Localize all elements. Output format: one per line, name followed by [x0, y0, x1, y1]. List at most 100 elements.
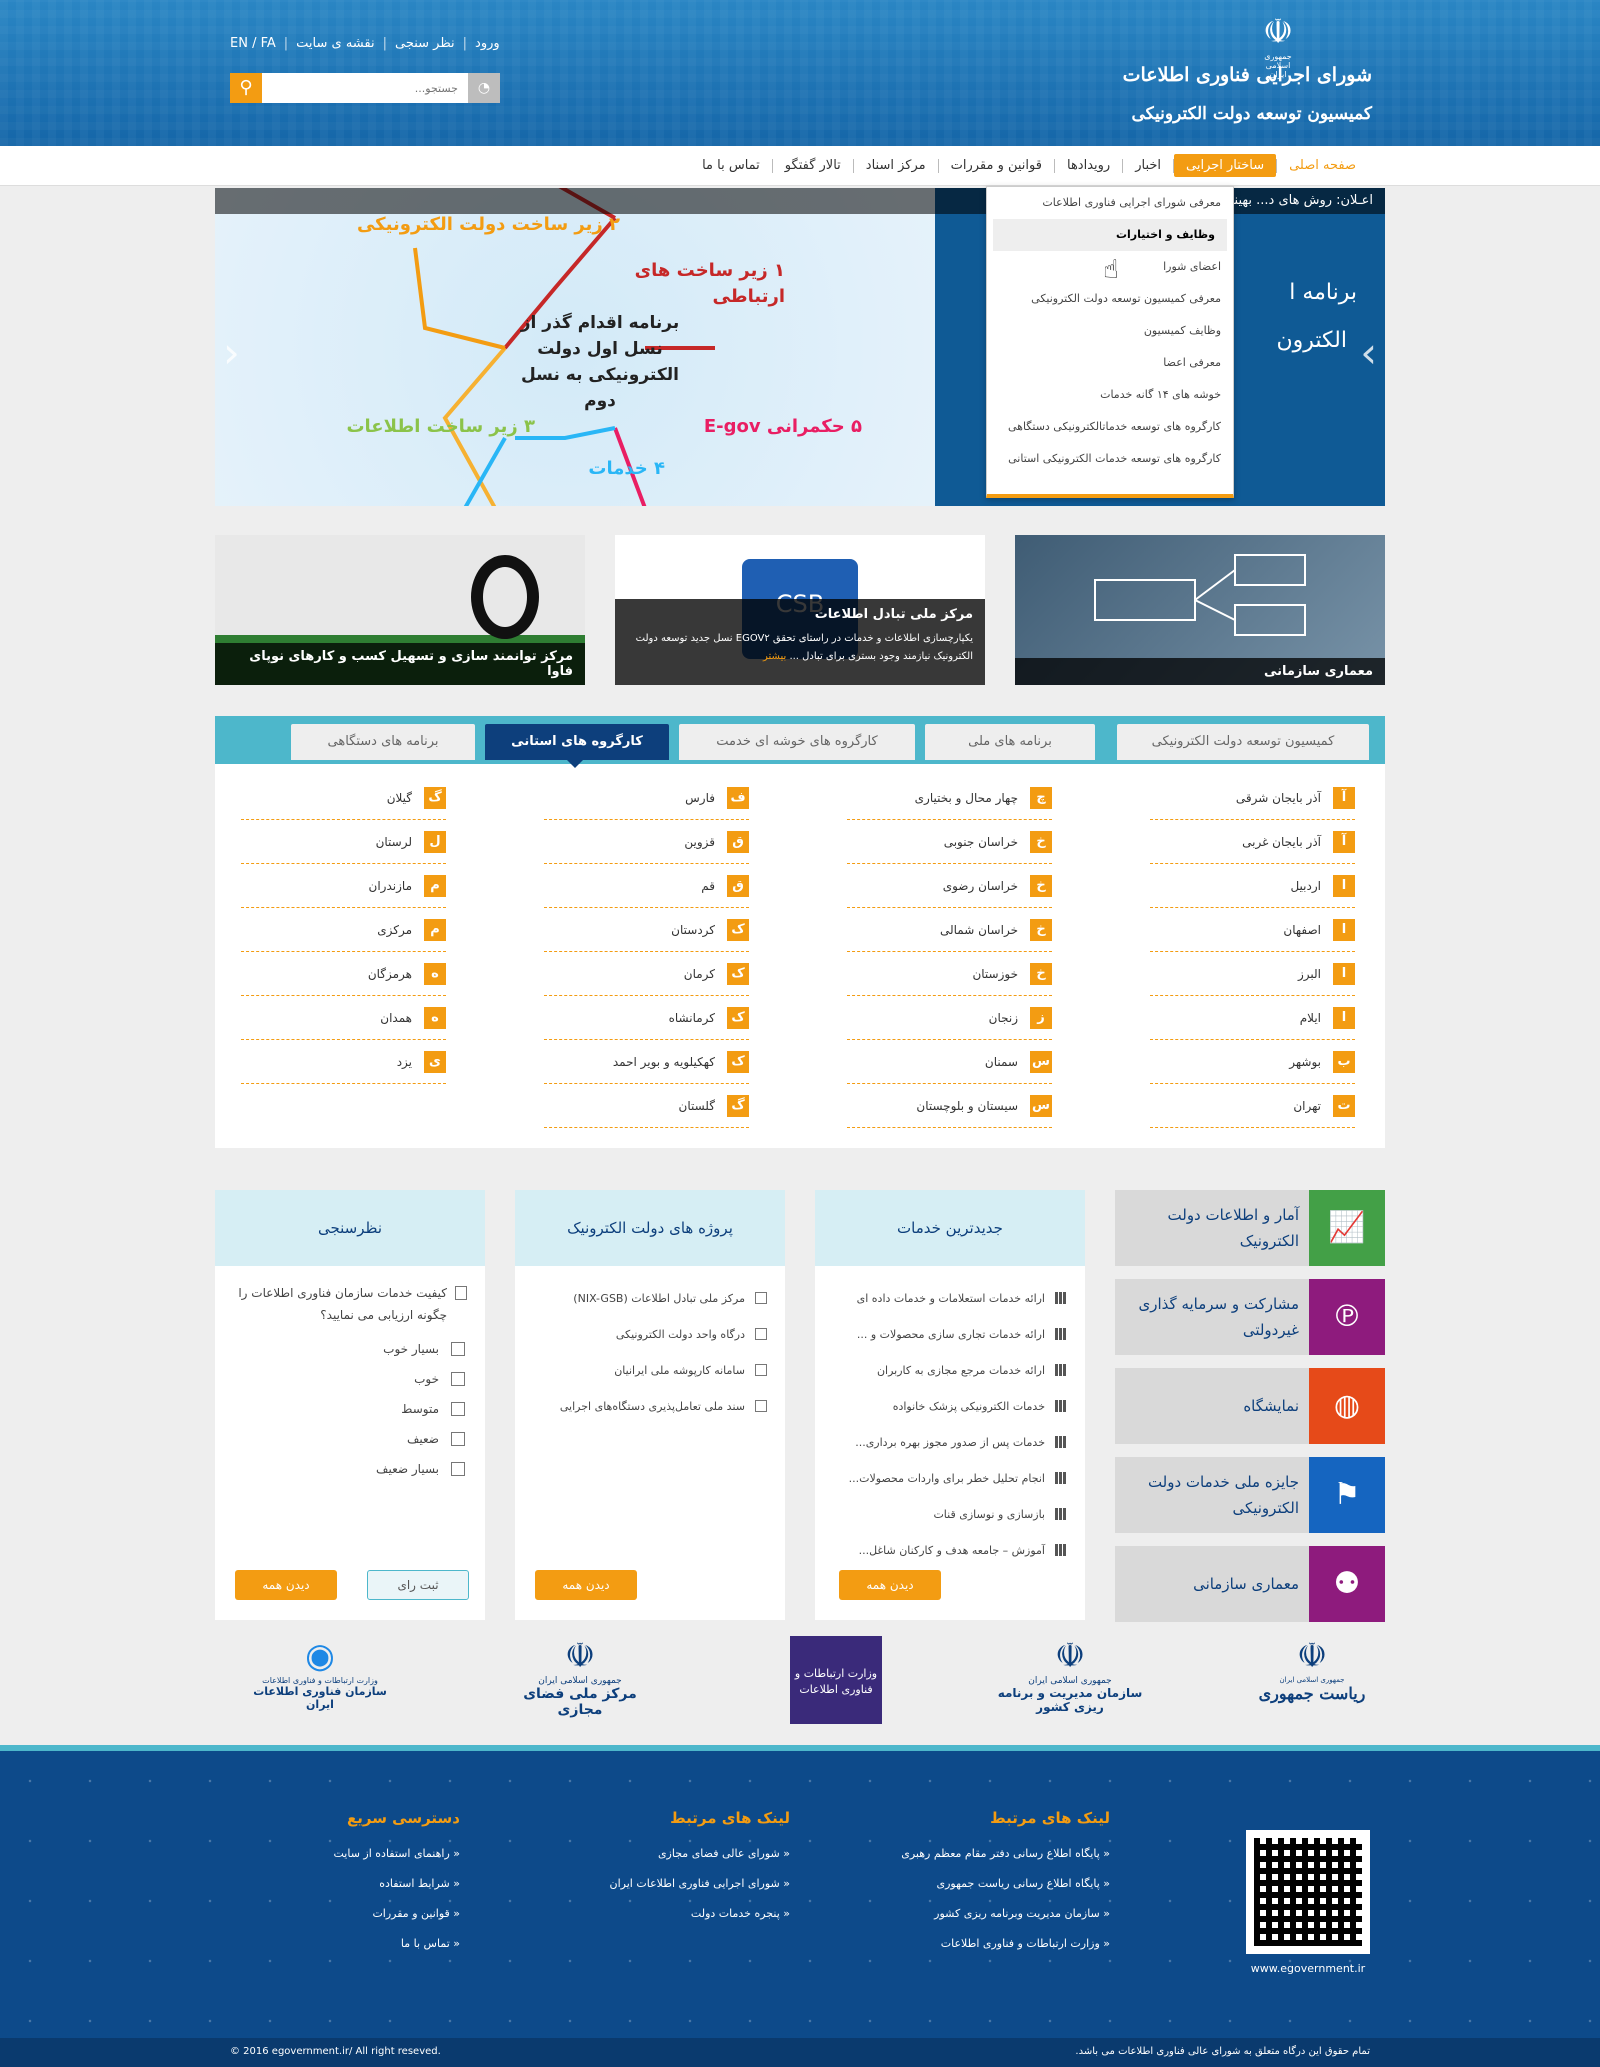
project-item[interactable]: مرکز ملی تبادل اطلاعات (NIX-GSB): [529, 1280, 767, 1316]
logo-ict-ministry[interactable]: وزارت ارتباطات و فناوری اطلاعات: [756, 1636, 916, 1736]
province-item[interactable]: ز زنجان: [847, 996, 1052, 1040]
footer-link[interactable]: « پایگاه اطلاع رسانی دفتر مقام معظم رهبر…: [860, 1847, 1110, 1877]
poll-option[interactable]: بسیار ضعیف: [215, 1454, 485, 1484]
logo-cyberspace-center[interactable]: ☫ جمهوری اسلامی ایران مرکز ملی فضای مجاز…: [500, 1636, 660, 1736]
tile-national-exchange-center[interactable]: CSB مرکز ملی تبادل اطلاعات یکپارچسازی اط…: [615, 535, 985, 685]
province-item[interactable]: س سیستان و بلوچستان: [847, 1084, 1052, 1128]
province-item[interactable]: ی یزد: [241, 1040, 446, 1084]
nav-forum[interactable]: تالار گفتگو: [773, 154, 853, 177]
poll-checkbox[interactable]: [451, 1402, 465, 1416]
dropdown-item-hovered[interactable]: وظایف و اختیارات: [993, 219, 1227, 251]
province-item[interactable]: آ آذر بایجان شرقی: [1150, 776, 1355, 820]
project-item[interactable]: سامانه کارپوشه ملی ایرانیان: [529, 1352, 767, 1388]
language-switch[interactable]: EN / FA: [230, 36, 276, 51]
services-view-all-button[interactable]: دیدن همه: [839, 1570, 941, 1600]
tile-more-link[interactable]: بیشتر: [763, 651, 786, 662]
footer-link[interactable]: « پایگاه اطلاع رسانی ریاست جمهوری: [860, 1877, 1110, 1907]
tile-startup-center[interactable]: مرکز توانمند سازی و تسهیل کسب و کارهای ن…: [215, 535, 585, 685]
poll-checkbox[interactable]: [451, 1342, 465, 1356]
footer-link[interactable]: « پنجره خدمات دولت: [540, 1907, 790, 1937]
tab-cluster-groups[interactable]: کارگروه های خوشه ای خدمت: [679, 724, 915, 760]
dropdown-item[interactable]: کارگروه های توسعه خدمات الکترونیکی استان…: [987, 443, 1233, 475]
service-item[interactable]: ارائه خدمات مرجع مجازی به کاربران: [829, 1352, 1067, 1388]
poll-option[interactable]: بسیار خوب: [215, 1334, 485, 1364]
province-item[interactable]: چ چهار محال و بختیاری: [847, 776, 1052, 820]
province-item[interactable]: م مرکزی: [241, 908, 446, 952]
tile-enterprise-architecture[interactable]: معماری سازمانی: [1015, 535, 1385, 685]
service-item[interactable]: بازسازی و نوسازی قنات: [829, 1496, 1067, 1532]
side-link-statistics[interactable]: 📈 آمار و اطلاعات دولت الکترونیک: [1115, 1190, 1385, 1266]
province-item[interactable]: ف فارس: [544, 776, 749, 820]
province-item[interactable]: ک کهکیلویه و بویر احمد: [544, 1040, 749, 1084]
province-item[interactable]: خ خراسان رضوی: [847, 864, 1052, 908]
search-input[interactable]: [264, 73, 464, 103]
province-item[interactable]: خ خوزستان: [847, 952, 1052, 996]
province-item[interactable]: ک کردستان: [544, 908, 749, 952]
province-item[interactable]: گ گیلان: [241, 776, 446, 820]
province-item[interactable]: م مازندران: [241, 864, 446, 908]
side-link-participation[interactable]: ℗ مشارکت و سرمایه گذاری غیردولتی: [1115, 1279, 1385, 1355]
province-item[interactable]: آ آذر بایجان غربی: [1150, 820, 1355, 864]
dropdown-item[interactable]: کارگروه های توسعه خدماتالکترونیکی دستگاه…: [987, 411, 1233, 443]
province-item[interactable]: ا اردبیل: [1150, 864, 1355, 908]
province-item[interactable]: ق قزوین: [544, 820, 749, 864]
dropdown-item[interactable]: خوشه های ۱۴ گانه خدمات: [987, 379, 1233, 411]
slider-prev-icon[interactable]: ‹: [223, 328, 240, 377]
footer-link[interactable]: « شورای عالی فضای مجازی: [540, 1847, 790, 1877]
footer-link[interactable]: « شرایط استفاده: [210, 1877, 460, 1907]
dropdown-item[interactable]: معرفی شورای اجرایی فناوری اطلاعات: [987, 187, 1233, 219]
province-item[interactable]: ا البرز: [1150, 952, 1355, 996]
province-item[interactable]: گ گلستان: [544, 1084, 749, 1128]
service-item[interactable]: خدمات الکترونیکی پزشک خانواده: [829, 1388, 1067, 1424]
poll-option[interactable]: خوب: [215, 1364, 485, 1394]
nav-documents[interactable]: مرکز اسناد: [854, 154, 938, 177]
side-link-exhibition[interactable]: ◍ نمایشگاه: [1115, 1368, 1385, 1444]
province-item[interactable]: خ خراسان شمالی: [847, 908, 1052, 952]
province-item[interactable]: خ خراسان جنوبی: [847, 820, 1052, 864]
tab-national-programs[interactable]: برنامه های ملی: [925, 724, 1095, 760]
nav-laws[interactable]: قوانین و مقررات: [939, 154, 1054, 177]
poll-option[interactable]: متوسط: [215, 1394, 485, 1424]
slider-next-icon[interactable]: ›: [1360, 328, 1377, 377]
province-item[interactable]: ا اصفهان: [1150, 908, 1355, 952]
side-link-national-award[interactable]: ⚑ جایزه ملی خدمات دولت الکترونیکی: [1115, 1457, 1385, 1533]
login-link[interactable]: ورود: [475, 36, 500, 51]
nav-home[interactable]: صفحه اصلی: [1277, 154, 1368, 177]
poll-checkbox[interactable]: [451, 1462, 465, 1476]
footer-link[interactable]: « راهنمای استفاده از سایت: [210, 1847, 460, 1877]
logo-title[interactable]: شورای اجرایی فناوری اطلاعات: [1123, 64, 1372, 86]
survey-link[interactable]: نظر سنجی: [395, 36, 455, 51]
search-icon[interactable]: ⚲: [230, 73, 262, 103]
tab-organizational-programs[interactable]: برنامه های دستگاهی: [291, 724, 475, 760]
province-item[interactable]: ک کرمان: [544, 952, 749, 996]
rss-icon[interactable]: ◔: [468, 73, 500, 103]
project-item[interactable]: سند ملی تعامل‌پذیری دستگاه‌های اجرایی: [529, 1388, 767, 1424]
dropdown-item[interactable]: وظایف کمیسیون: [987, 315, 1233, 347]
poll-submit-button[interactable]: ثبت رای: [367, 1570, 469, 1600]
nav-executive-structure[interactable]: ساختار اجرایی: [1174, 154, 1277, 177]
province-item[interactable]: ل لرستان: [241, 820, 446, 864]
side-link-enterprise-architecture[interactable]: ⚉ معماری سازمانی: [1115, 1546, 1385, 1622]
footer-link[interactable]: « وزارت ارتباطات و فناوری اطلاعات: [860, 1937, 1110, 1967]
dropdown-item[interactable]: معرفی اعضا: [987, 347, 1233, 379]
tab-provincial-groups[interactable]: کارگروه های استانی: [485, 724, 669, 760]
nav-contact[interactable]: تماس با ما: [690, 154, 772, 177]
qr-url[interactable]: www.egovernment.ir: [1240, 1962, 1376, 1975]
service-item[interactable]: ارائه خدمات تجاری سازی محصولات و ...: [829, 1316, 1067, 1352]
logo-presidency[interactable]: ☫ جمهوری اسلامی ایران ریاست جمهوری: [1232, 1636, 1392, 1736]
project-item[interactable]: درگاه واحد دولت الکترونیکی: [529, 1316, 767, 1352]
service-item[interactable]: ارائه خدمات استعلامات و خدمات داده ای: [829, 1280, 1067, 1316]
tab-egov-commission[interactable]: کمیسیون توسعه دولت الکترونیکی: [1117, 724, 1369, 760]
nav-news[interactable]: اخبار: [1123, 154, 1173, 177]
service-item[interactable]: آموزش – جامعه هدف و کارکنان شاغل...: [829, 1532, 1067, 1568]
dropdown-item[interactable]: معرفی کمیسیون توسعه دولت الکترونیکی: [987, 283, 1233, 315]
province-item[interactable]: ق قم: [544, 864, 749, 908]
province-item[interactable]: ب بوشهر: [1150, 1040, 1355, 1084]
poll-option[interactable]: ضعیف: [215, 1424, 485, 1454]
projects-view-all-button[interactable]: دیدن همه: [535, 1570, 637, 1600]
service-item[interactable]: انجام تحلیل خطر برای واردات محصولات...: [829, 1460, 1067, 1496]
sitemap-link[interactable]: نقشه ی سایت: [296, 36, 374, 51]
province-item[interactable]: س سمنان: [847, 1040, 1052, 1084]
service-item[interactable]: خدمات پس از صدور مجوز بهره برداری...: [829, 1424, 1067, 1460]
province-item[interactable]: ت تهران: [1150, 1084, 1355, 1128]
